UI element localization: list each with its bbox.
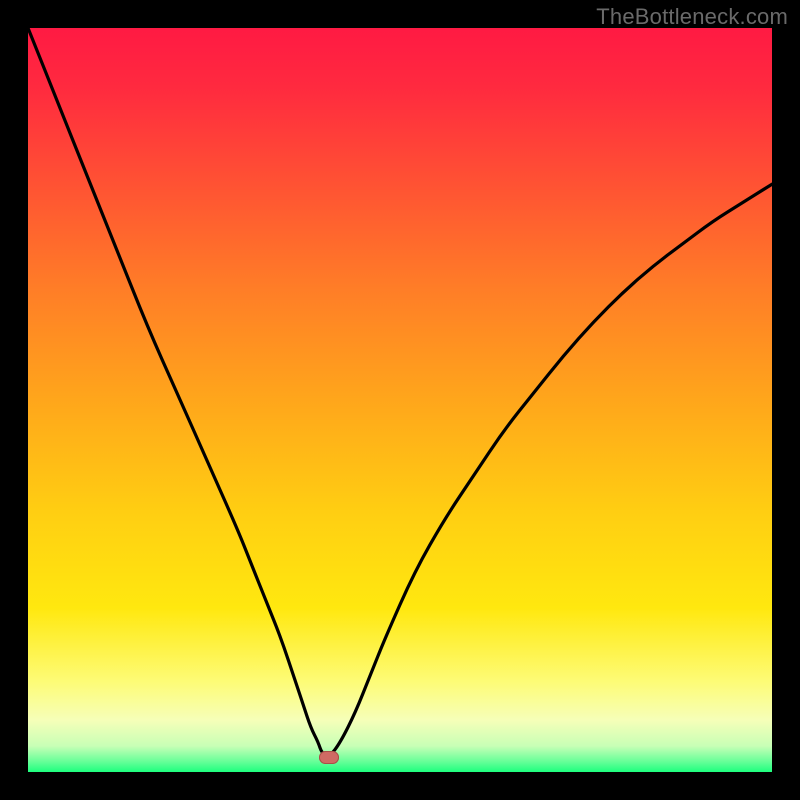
plot-area: [28, 28, 772, 772]
chart-frame: TheBottleneck.com: [0, 0, 800, 800]
optimal-marker: [319, 751, 339, 764]
watermark-text: TheBottleneck.com: [596, 4, 788, 30]
bottleneck-curve: [28, 28, 772, 772]
